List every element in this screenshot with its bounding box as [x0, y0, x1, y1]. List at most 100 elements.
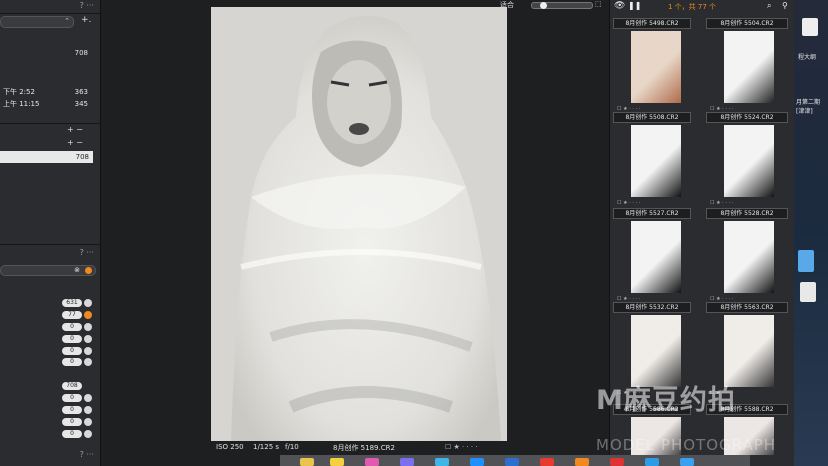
thumbnail-image[interactable]	[724, 221, 774, 293]
thumbnail-caption: 8月创作 5524.CR2	[706, 112, 788, 123]
toggle-dot[interactable]	[84, 394, 92, 402]
app-icon[interactable]	[470, 458, 484, 466]
thumbnail-caption: 8月创作 5532.CR2	[613, 302, 691, 313]
divider	[0, 123, 100, 124]
app-icon[interactable]	[610, 458, 624, 466]
thumbnail-caption: 8月创作 5527.CR2	[613, 208, 691, 219]
app-icon[interactable]	[400, 458, 414, 466]
thumbnail-image[interactable]	[631, 221, 681, 293]
toggle-dot[interactable]	[84, 311, 92, 319]
app-icon[interactable]	[575, 458, 589, 466]
divider	[0, 13, 100, 14]
chevron-updown-icon: ⌃	[64, 17, 70, 25]
selection-summary: 1 个，共 77 个	[668, 3, 717, 11]
thumbnail-caption: 8月创作 5504.CR2	[706, 18, 788, 29]
sidebar-header: ? ···	[0, 0, 100, 12]
count-badge: 631	[62, 299, 82, 307]
desktop-background: 程大纲 月第二期 [津津]	[794, 0, 828, 466]
app-icon[interactable]	[300, 458, 314, 466]
iso-value: ISO 250	[216, 443, 244, 451]
toggle-dot[interactable]	[84, 418, 92, 426]
shutter-value: 1/125 s	[253, 443, 280, 451]
app-icon[interactable]	[645, 458, 659, 466]
list-item[interactable]: 下午 2:52 363	[0, 86, 96, 98]
add-icon[interactable]: +.	[81, 15, 91, 25]
portrait-image	[211, 7, 507, 441]
more-icon[interactable]: ···	[86, 248, 94, 257]
thumbnail-caption: 8月创作 5508.CR2	[613, 112, 691, 123]
rating-stars[interactable]: ☐ ★ · · · ·	[617, 200, 640, 207]
search-icon[interactable]: ⌕	[767, 1, 771, 11]
clear-icon[interactable]: ⊗	[74, 266, 80, 274]
desktop-label: 月第二期	[796, 99, 821, 106]
count-badge: 0	[62, 394, 82, 402]
more-icon[interactable]: ···	[86, 450, 94, 459]
toggle-dot[interactable]	[84, 358, 92, 366]
thumbnail-image[interactable]	[724, 31, 774, 103]
thumbnail-image[interactable]	[631, 315, 681, 387]
file-icon[interactable]	[800, 282, 816, 302]
library-dropdown[interactable]: ⌃	[0, 16, 74, 28]
main-photo[interactable]	[211, 7, 507, 441]
left-sidebar: ? ··· ⌃ +. 708 下午 2:52 363 上午 11:15 345 …	[0, 0, 101, 466]
count-badge: 0	[62, 430, 82, 438]
count-badge: 0	[62, 323, 82, 331]
count-badge: 0	[62, 358, 82, 366]
thumbnail-image[interactable]	[724, 125, 774, 197]
add-remove-buttons[interactable]: + −	[67, 138, 83, 147]
person-icon[interactable]: ⚲	[782, 1, 788, 10]
thumbnail-caption: 8月创作 5528.CR2	[706, 208, 788, 219]
help-icon[interactable]: ?	[80, 1, 84, 10]
app-icon[interactable]	[330, 458, 344, 466]
app-icon[interactable]	[435, 458, 449, 466]
count-badge: 77	[62, 311, 82, 319]
toggle-dot[interactable]	[84, 347, 92, 355]
list-item[interactable]: 708	[0, 47, 96, 59]
app-icon[interactable]	[680, 458, 694, 466]
app-icon[interactable]	[365, 458, 379, 466]
help-icon[interactable]: ?	[80, 450, 84, 459]
toggle-dot[interactable]	[84, 299, 92, 307]
zoom-icon[interactable]: ⬚	[595, 0, 602, 8]
zoom-slider[interactable]	[531, 2, 593, 9]
search-input[interactable]: ⊗	[0, 265, 96, 276]
count-badge: 0	[62, 418, 82, 426]
app-icon[interactable]	[505, 458, 519, 466]
count-badge: 0	[62, 347, 82, 355]
watermark-logo: M麻豆约拍	[596, 385, 736, 416]
desktop-label: 程大纲	[798, 54, 817, 61]
app-icon[interactable]	[540, 458, 554, 466]
thumbnail-caption: 8月创作 5563.CR2	[706, 302, 788, 313]
slider-knob[interactable]	[540, 2, 547, 9]
eye-icon[interactable]: 👁	[614, 1, 625, 11]
thumbnail-caption: 8月创作 5498.CR2	[613, 18, 691, 29]
thumbnail-image[interactable]	[631, 31, 681, 103]
rating-stars[interactable]: ☐ ★ · · · ·	[710, 200, 733, 207]
toggle-dot[interactable]	[84, 335, 92, 343]
toggle-dot[interactable]	[84, 323, 92, 331]
divider	[0, 244, 100, 245]
list-item-selected[interactable]: 708	[0, 151, 93, 163]
toggle-dot[interactable]	[84, 406, 92, 414]
pause-icon[interactable]: ❚❚	[628, 1, 641, 10]
footer-header: ? ···	[0, 449, 100, 461]
count-badge: 0	[62, 335, 82, 343]
more-icon[interactable]: ···	[86, 1, 94, 10]
aperture-value: f/10	[285, 443, 299, 451]
file-icon[interactable]	[802, 18, 818, 36]
filter-toggle-icon[interactable]	[85, 267, 92, 274]
thumbnail-image[interactable]	[724, 315, 774, 387]
watermark-text: MODEL PHOTOGRAPH	[596, 436, 777, 454]
folder-icon[interactable]	[798, 250, 814, 272]
toggle-dot[interactable]	[84, 430, 92, 438]
filter-header: ? ···	[0, 247, 100, 259]
count-badge: 708	[62, 382, 82, 390]
list-item[interactable]: 上午 11:15 345	[0, 98, 96, 110]
count-badge: 0	[62, 406, 82, 414]
rating-stars[interactable]: ☐ ★ · · · ·	[445, 443, 478, 451]
add-remove-buttons[interactable]: + −	[67, 125, 83, 134]
thumbnail-image[interactable]	[631, 125, 681, 197]
help-icon[interactable]: ?	[80, 248, 84, 257]
filename: 8月创作 5189.CR2	[333, 444, 395, 452]
desktop-label: [津津]	[796, 108, 813, 115]
